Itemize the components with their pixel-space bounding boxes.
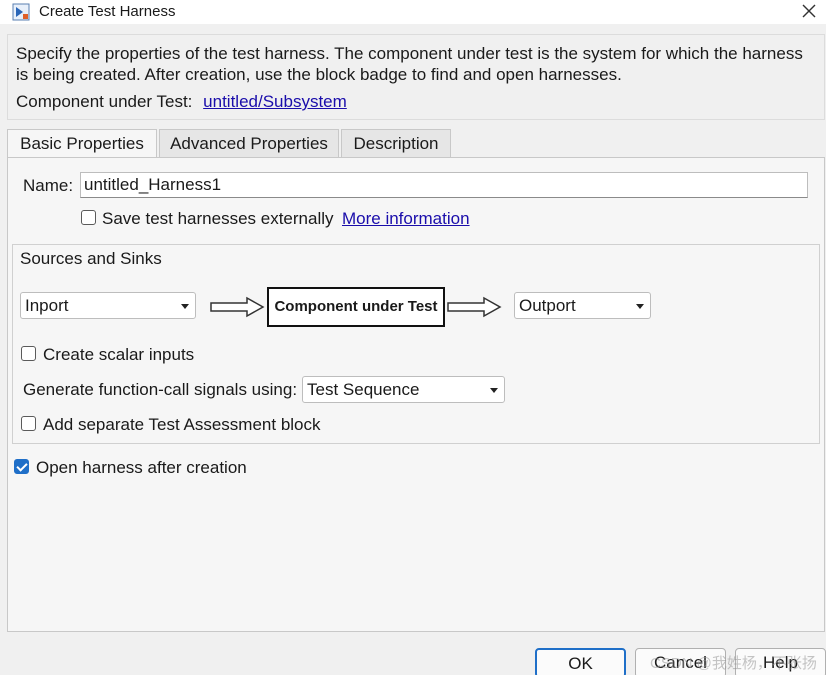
basic-properties-panel: Name: Save test harnesses externally Mor… [7, 157, 825, 632]
source-value: Inport [25, 296, 69, 315]
watermark: CSDN @我姓杨，不张扬 [650, 655, 817, 672]
component-under-test-link[interactable]: untitled/Subsystem [203, 92, 347, 111]
window-title: Create Test Harness [39, 3, 176, 20]
title-bar: Create Test Harness [0, 0, 826, 24]
test-assessment-label: Add separate Test Assessment block [43, 415, 321, 434]
chevron-down-icon [490, 388, 498, 393]
harness-name-input[interactable] [80, 172, 808, 198]
description-panel: Specify the properties of the test harne… [7, 34, 825, 120]
sink-value: Outport [519, 296, 576, 315]
function-call-dropdown[interactable]: Test Sequence [302, 376, 505, 403]
component-under-test-row: Component under Test: untitled/Subsystem [16, 92, 347, 112]
output-arrow-icon [447, 296, 502, 318]
simulink-harness-icon [12, 3, 30, 21]
save-externally-label: Save test harnesses externally [102, 209, 334, 228]
description-text: Specify the properties of the test harne… [16, 44, 803, 84]
scalar-inputs-checkbox[interactable] [21, 346, 36, 361]
tab-advanced-properties[interactable]: Advanced Properties [159, 129, 339, 157]
function-call-value: Test Sequence [307, 380, 420, 399]
sources-and-sinks-title: Sources and Sinks [18, 249, 164, 269]
open-after-creation-checkbox[interactable] [14, 459, 29, 474]
sink-dropdown[interactable]: Outport [514, 292, 651, 319]
function-call-label: Generate function-call signals using: [23, 380, 298, 399]
component-under-test-label: Component under Test: [16, 92, 193, 111]
save-externally-checkbox[interactable] [81, 210, 96, 225]
close-icon[interactable] [800, 2, 818, 20]
source-dropdown[interactable]: Inport [20, 292, 196, 319]
more-information-link[interactable]: More information [342, 209, 470, 229]
open-after-creation-label: Open harness after creation [36, 458, 247, 477]
ok-button[interactable]: OK [535, 648, 626, 675]
tab-basic-properties[interactable]: Basic Properties [7, 129, 157, 158]
input-arrow-icon [210, 296, 265, 318]
component-under-test-box: Component under Test [267, 287, 445, 327]
chevron-down-icon [181, 304, 189, 309]
scalar-inputs-label: Create scalar inputs [43, 345, 195, 364]
sources-and-sinks-group [12, 244, 820, 444]
tab-description[interactable]: Description [341, 129, 451, 157]
name-label: Name: [23, 176, 74, 195]
chevron-down-icon [636, 304, 644, 309]
test-assessment-checkbox[interactable] [21, 416, 36, 431]
